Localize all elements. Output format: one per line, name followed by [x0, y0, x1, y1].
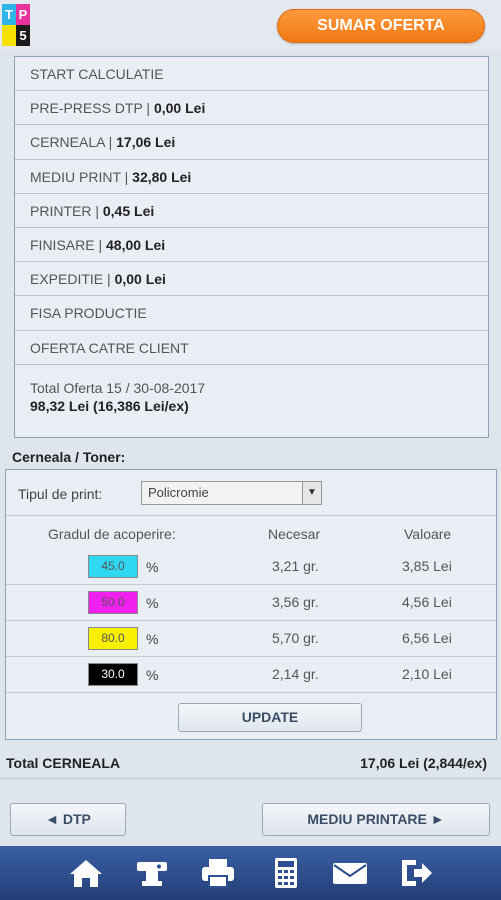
- stamp-icon[interactable]: [134, 857, 170, 889]
- offer-total: Total Oferta 15 / 30-08-2017 98,32 Lei (…: [15, 365, 488, 415]
- logo-letter-t: T: [2, 4, 16, 25]
- percent-sign: %: [146, 595, 159, 611]
- section-title-cerneala: Cerneala / Toner:: [12, 449, 126, 465]
- ink-value: 4,56 Lei: [402, 594, 452, 610]
- logo-yellow-block: [2, 25, 16, 46]
- column-header-value: Valoare: [404, 526, 452, 542]
- column-header-needed: Necesar: [268, 526, 321, 542]
- print-type-value: Policromie: [148, 485, 209, 500]
- summary-item-oferta-catre-client[interactable]: OFERTA CATRE CLIENT: [15, 331, 488, 365]
- coverage-input-magenta[interactable]: 50.0: [88, 591, 138, 614]
- coverage-input-cyan[interactable]: 45.0: [88, 555, 138, 578]
- summary-item-start-calculatie[interactable]: START CALCULATIE: [15, 57, 488, 92]
- summary-item-expeditie[interactable]: EXPEDITIE | 0,00 Lei: [15, 262, 488, 297]
- summary-value: 0,00 Lei: [114, 271, 166, 288]
- mail-icon[interactable]: [332, 857, 368, 889]
- percent-sign: %: [146, 559, 159, 575]
- ink-row-black: 30.0 % 2,14 gr. 2,10 Lei: [6, 657, 496, 693]
- summary-item-mediu-print[interactable]: MEDIU PRINT | 32,80 Lei: [15, 160, 488, 194]
- sumar-oferta-button[interactable]: SUMAR OFERTA: [277, 9, 485, 43]
- summary-value: 17,06 Lei: [116, 134, 176, 151]
- ink-needed: 3,21 gr.: [272, 558, 319, 574]
- ink-needed: 2,14 gr.: [272, 666, 319, 682]
- percent-sign: %: [146, 667, 159, 683]
- logo-letter-5: 5: [16, 25, 30, 46]
- ink-needed: 5,70 gr.: [272, 630, 319, 646]
- ink-needed: 3,56 gr.: [272, 594, 319, 610]
- print-type-label: Tipul de print:: [18, 486, 103, 502]
- coverage-input-black[interactable]: 30.0: [88, 663, 138, 686]
- summary-value: 48,00 Lei: [106, 236, 166, 253]
- ink-panel: Tipul de print: Policromie ▼ Gradul de a…: [5, 469, 497, 740]
- update-button[interactable]: UPDATE: [178, 703, 362, 732]
- summary-value: 0,45 Lei: [102, 202, 155, 219]
- ink-row-magenta: 50.0 % 3,56 gr. 4,56 Lei: [6, 585, 496, 621]
- ink-value: 6,56 Lei: [402, 630, 452, 646]
- summary-item-printer[interactable]: PRINTER | 0,45 Lei: [15, 194, 488, 228]
- next-mediu-printare-button[interactable]: MEDIU PRINTARE ►: [262, 803, 490, 836]
- printer-icon[interactable]: [200, 857, 236, 889]
- calculator-icon[interactable]: [268, 857, 304, 889]
- coverage-input-yellow[interactable]: 80.0: [88, 627, 138, 650]
- logout-icon[interactable]: [398, 857, 434, 889]
- ink-row-yellow: 80.0 % 5,70 gr. 6,56 Lei: [6, 621, 496, 657]
- prev-dtp-button[interactable]: ◄ DTP: [10, 803, 126, 836]
- ink-value: 3,85 Lei: [402, 558, 452, 574]
- summary-item-pre-press-dtp[interactable]: PRE-PRESS DTP | 0,00 Lei: [15, 91, 488, 126]
- tp5-logo: T P 5: [2, 4, 46, 48]
- summary-value: 32,80 Lei: [132, 168, 192, 185]
- print-type-select[interactable]: Policromie ▼: [141, 481, 322, 505]
- percent-sign: %: [146, 631, 159, 647]
- logo-letter-p: P: [16, 4, 30, 25]
- summary-item-finisare[interactable]: FINISARE | 48,00 Lei: [15, 228, 488, 263]
- ink-value: 2,10 Lei: [402, 666, 452, 682]
- ink-total-value: 17,06 Lei (2,844/ex): [360, 755, 487, 771]
- ink-row-cyan: 45.0 % 3,21 gr. 3,85 Lei: [6, 549, 496, 585]
- summary-item-fisa-productie[interactable]: FISA PRODUCTIE: [15, 296, 488, 331]
- home-icon[interactable]: [68, 857, 104, 889]
- offer-summary-list: START CALCULATIE PRE-PRESS DTP | 0,00 Le…: [14, 56, 489, 438]
- ink-total-label: Total CERNEALA: [6, 755, 121, 771]
- column-header-coverage: Gradul de acoperire:: [48, 526, 176, 542]
- app-header: T P 5 SUMAR OFERTA: [0, 0, 501, 50]
- offer-total-amount: 98,32 Lei (16,386 Lei/ex): [30, 397, 189, 414]
- ink-total-row: Total CERNEALA 17,06 Lei (2,844/ex): [0, 745, 501, 779]
- print-type-row: Tipul de print: Policromie ▼: [6, 470, 496, 516]
- summary-value: 0,00 Lei: [153, 100, 206, 117]
- bottom-nav-bar: [0, 846, 501, 900]
- offer-total-label: Total Oferta 15 / 30-08-2017: [30, 379, 206, 396]
- chevron-down-icon[interactable]: ▼: [302, 482, 321, 504]
- summary-item-cerneala[interactable]: CERNEALA | 17,06 Lei: [15, 125, 488, 160]
